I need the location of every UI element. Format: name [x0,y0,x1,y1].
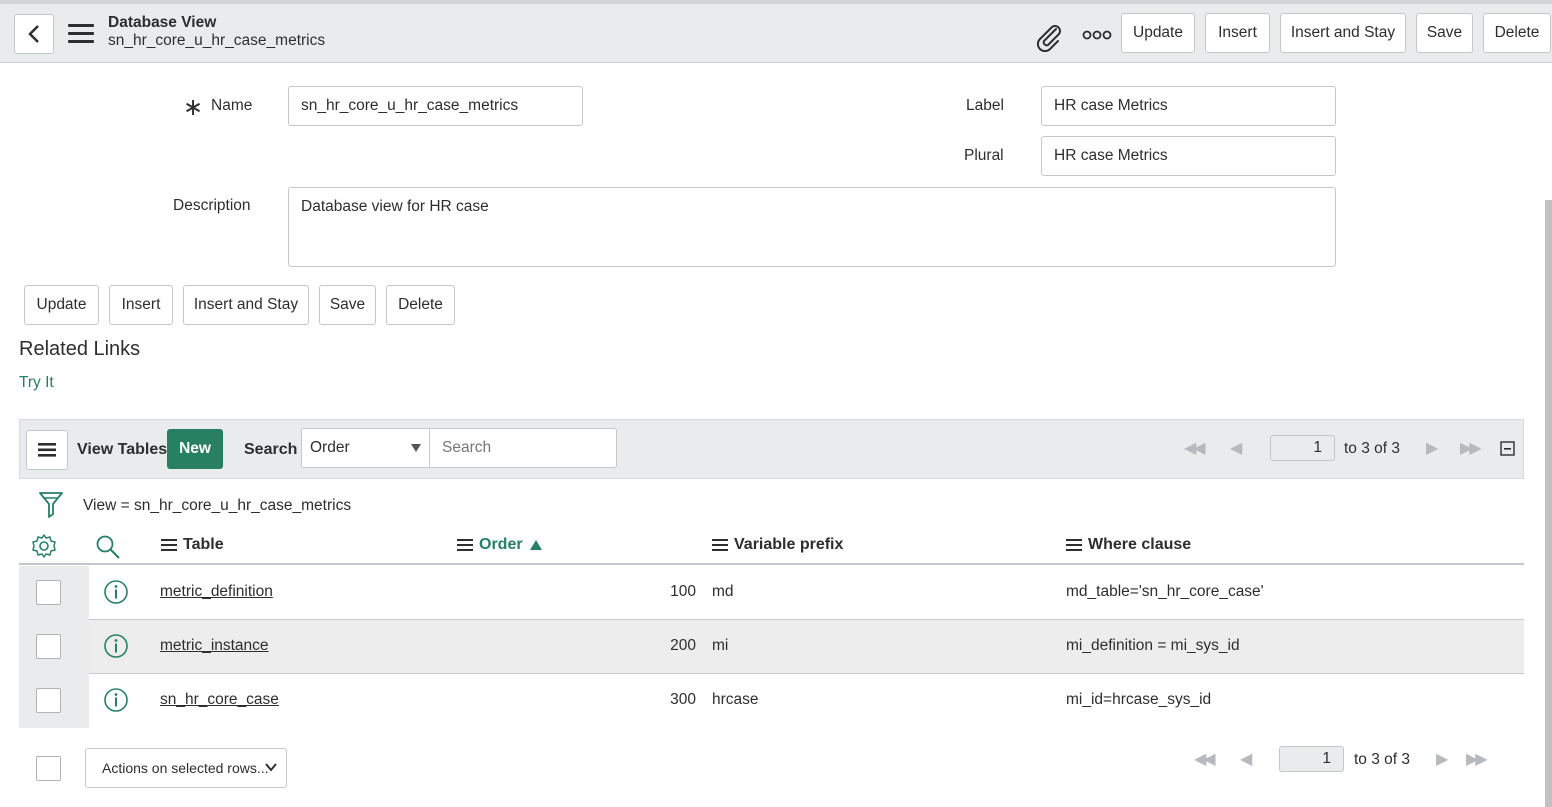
filter-icon[interactable] [38,490,64,518]
search-field-value: Order [310,439,350,456]
row-checkbox[interactable] [36,634,61,659]
footer-first-page-icon[interactable]: ◀◀ [1194,749,1216,769]
actions-select[interactable]: Actions on selected rows... [85,748,287,788]
back-icon [28,25,39,43]
column-header-where-clause[interactable]: Where clause [1066,536,1191,554]
page-input[interactable]: 1 [1270,435,1335,461]
footer-page-range: to 3 of 3 [1354,751,1411,768]
collapse-icon[interactable] [1500,441,1516,457]
sort-ascending-icon [529,540,542,550]
row-checkbox[interactable] [36,580,61,605]
new-button[interactable]: New [167,429,223,469]
insert-and-stay-button[interactable]: Insert and Stay [1280,13,1406,53]
description-field[interactable]: Database view for HR case [288,187,1336,267]
plural-label: Plural [964,147,1004,164]
save-button[interactable]: Save [1416,13,1473,53]
more-icon[interactable] [1082,28,1112,42]
form-delete-button[interactable]: Delete [386,285,455,325]
first-page-icon[interactable]: ◀◀ [1184,438,1206,458]
column-menu-icon[interactable] [457,539,473,551]
form-save-button[interactable]: Save [319,285,376,325]
cell-prefix: md [712,583,734,600]
related-links-heading: Related Links [19,338,141,360]
table-header: Table Order Variable prefix Where clause [19,527,1524,565]
cell-table[interactable]: sn_hr_core_case [160,691,279,709]
plural-field[interactable]: HR case Metrics [1041,136,1336,176]
select-all-checkbox[interactable] [36,756,61,781]
column-header-table[interactable]: Table [161,536,224,554]
form-header: Database View sn_hr_core_u_hr_case_metri… [0,4,1552,63]
cell-table[interactable]: metric_instance [160,637,269,655]
name-label: Name [211,97,253,114]
cell-where: mi_definition = mi_sys_id [1066,637,1240,654]
footer-next-page-icon[interactable]: ▶ [1436,749,1448,769]
column-menu-icon[interactable] [712,539,728,551]
caret-down-icon [411,444,421,452]
column-header-label: Table [183,536,224,553]
table-row: metric_definition 100 md md_table='sn_hr… [19,566,1524,620]
info-icon[interactable] [103,579,129,605]
search-label: Search [244,441,298,458]
next-page-icon[interactable]: ▶ [1426,438,1438,458]
delete-button[interactable]: Delete [1483,13,1551,53]
paperclip-icon[interactable] [1034,22,1064,52]
list-menu-icon [38,443,56,457]
insert-button[interactable]: Insert [1205,13,1270,53]
table-row: sn_hr_core_case 300 hrcase mi_id=hrcase_… [19,674,1524,728]
search-icon[interactable] [95,534,121,560]
form-insert-button[interactable]: Insert [109,285,173,325]
column-menu-icon[interactable] [161,539,177,551]
chevron-down-icon [265,763,277,772]
cell-where: md_table='sn_hr_core_case' [1066,583,1264,600]
info-icon[interactable] [103,687,129,713]
table-row: metric_instance 200 mi mi_definition = m… [19,620,1524,674]
info-icon[interactable] [103,633,129,659]
list-title: View Tables [77,441,168,458]
form-insert-and-stay-button[interactable]: Insert and Stay [183,285,309,325]
cell-order: 200 [670,637,696,654]
cell-table[interactable]: metric_definition [160,583,273,601]
page-title: Database View [108,14,217,31]
actions-select-value: Actions on selected rows... [102,760,269,776]
cell-prefix: hrcase [712,691,759,708]
description-label: Description [173,197,251,214]
search-field-select[interactable]: Order [301,428,430,468]
scrollbar[interactable] [1545,200,1552,807]
cell-order: 100 [670,583,696,600]
column-header-label: Where clause [1088,536,1192,553]
page-range: to 3 of 3 [1344,440,1401,457]
form-update-button[interactable]: Update [24,285,99,325]
mandatory-icon: ∗ [183,94,204,121]
list-menu-button[interactable] [26,430,68,470]
column-menu-icon[interactable] [1066,539,1082,551]
label-label: Label [966,97,1004,114]
search-input[interactable]: Search [429,428,617,468]
back-button[interactable] [14,14,54,54]
footer-prev-page-icon[interactable]: ◀ [1240,749,1252,769]
last-page-icon[interactable]: ▶▶ [1460,438,1482,458]
column-header-variable-prefix[interactable]: Variable prefix [712,536,843,554]
gear-icon[interactable] [31,533,57,559]
hamburger-icon[interactable] [68,24,94,44]
list-toolbar: View Tables New Search Order Search ◀◀ ◀… [19,419,1524,479]
name-field[interactable]: sn_hr_core_u_hr_case_metrics [288,86,583,126]
column-header-order[interactable]: Order [457,536,543,554]
cell-where: mi_id=hrcase_sys_id [1066,691,1212,708]
footer-last-page-icon[interactable]: ▶▶ [1466,749,1488,769]
row-checkbox[interactable] [36,688,61,713]
prev-page-icon[interactable]: ◀ [1230,438,1242,458]
column-header-label: Order [479,536,523,553]
update-button[interactable]: Update [1121,13,1195,53]
filter-breadcrumb[interactable]: View = sn_hr_core_u_hr_case_metrics [83,497,351,515]
cell-prefix: mi [712,637,729,654]
cell-order: 300 [670,691,696,708]
footer-page-input[interactable]: 1 [1279,746,1344,772]
column-header-label: Variable prefix [734,536,844,553]
page-subtitle: sn_hr_core_u_hr_case_metrics [108,32,326,49]
try-it-link[interactable]: Try It [19,374,54,392]
label-field[interactable]: HR case Metrics [1041,86,1336,126]
